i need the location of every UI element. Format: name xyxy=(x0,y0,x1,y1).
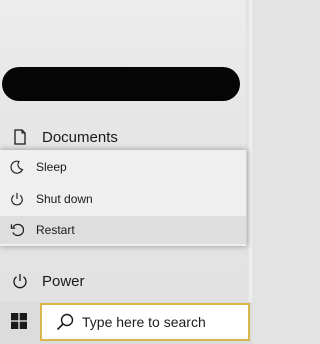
power-label: Power xyxy=(42,272,85,290)
moon-icon xyxy=(2,160,32,174)
power-icon xyxy=(0,273,40,289)
restart-icon xyxy=(2,223,32,237)
power-flyout-menu: Sleep Shut down Restart xyxy=(0,150,247,246)
screen: Documents Power Sleep Shut down Restart … xyxy=(0,0,252,344)
power-option-restart[interactable]: Restart xyxy=(0,216,246,244)
power-icon xyxy=(2,192,32,206)
search-placeholder: Type here to search xyxy=(82,314,206,330)
power-option-shut-down[interactable]: Shut down xyxy=(0,185,246,213)
start-button[interactable] xyxy=(0,302,38,344)
start-menu-item-power[interactable]: Power xyxy=(0,266,240,296)
search-icon xyxy=(50,313,80,331)
taskbar: Type here to search xyxy=(0,302,252,344)
windows-logo-icon xyxy=(11,312,27,334)
document-icon xyxy=(0,129,40,145)
shut-down-label: Shut down xyxy=(36,192,93,206)
start-menu-item-documents[interactable]: Documents xyxy=(0,122,240,152)
power-option-sleep[interactable]: Sleep xyxy=(0,153,246,181)
redacted-user-area xyxy=(2,67,240,101)
documents-label: Documents xyxy=(42,128,118,146)
sleep-label: Sleep xyxy=(36,160,67,174)
taskbar-search-box[interactable]: Type here to search xyxy=(40,303,250,341)
restart-label: Restart xyxy=(36,223,75,237)
